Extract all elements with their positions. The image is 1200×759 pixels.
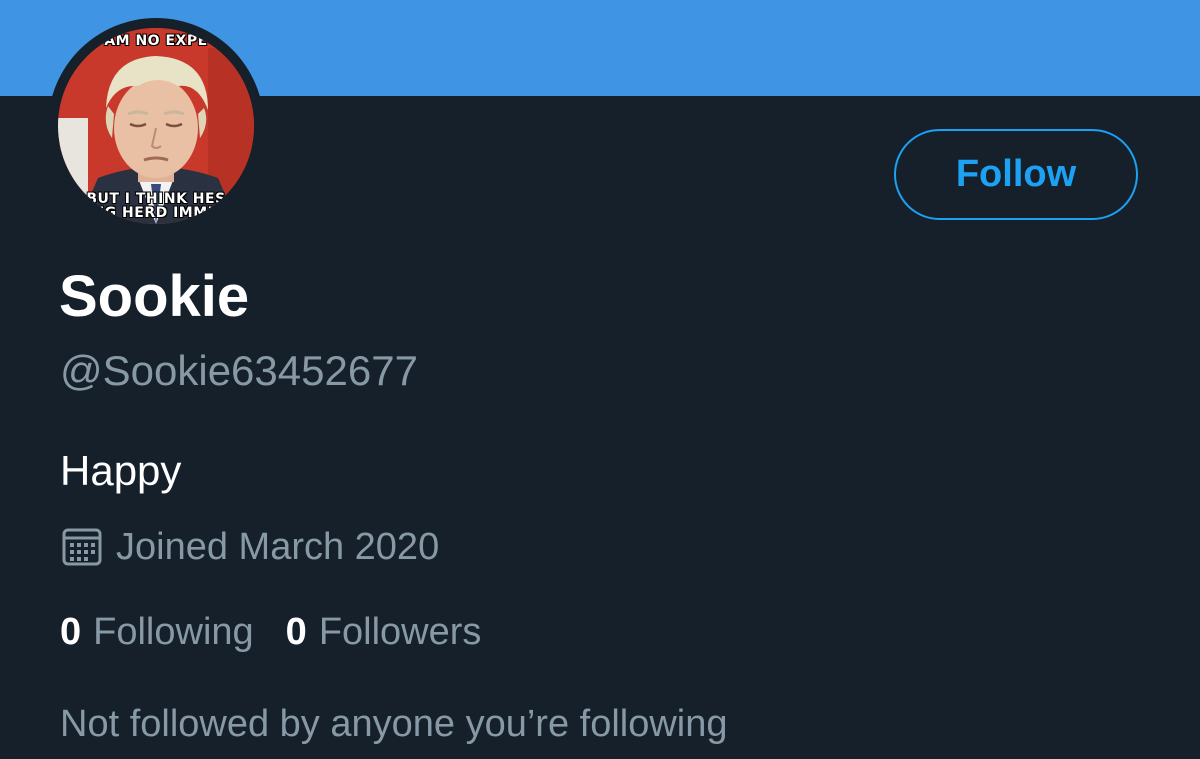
meme-bottom-line: BUT I THINK HES — [86, 191, 226, 207]
user-handle: @Sookie63452677 — [60, 347, 418, 394]
follow-stats: 0 Following 0 Followers — [60, 607, 513, 657]
meme-bottom-line: NG HERD IMMU — [92, 205, 220, 221]
following-link[interactable]: 0 Following — [60, 607, 254, 657]
mutual-followers-note: Not followed by anyone you’re following — [60, 703, 728, 745]
following-count: 0 — [60, 611, 82, 653]
avatar-image: AM NO EXPE BUT I THINK HES NG HERD IMMU — [58, 28, 254, 224]
avatar[interactable]: AM NO EXPE BUT I THINK HES NG HERD IMMU — [48, 18, 264, 234]
followers-link[interactable]: 0 Followers — [286, 607, 482, 657]
followers-count: 0 — [285, 611, 307, 653]
display-name: Sookie — [59, 264, 250, 329]
joined-date: Joined March 2020 — [60, 522, 439, 572]
followers-label: Followers — [318, 611, 482, 653]
meme-bottom-text: BUT I THINK HES NG HERD IMMU — [58, 192, 254, 220]
profile-bio: Happy — [60, 447, 182, 494]
follow-button[interactable]: Follow — [894, 129, 1138, 220]
following-label: Following — [93, 611, 254, 653]
calendar-icon — [60, 525, 104, 569]
meme-top-text: AM NO EXPE — [104, 33, 208, 49]
profile-page: AM NO EXPE BUT I THINK HES NG HERD IMMU … — [0, 0, 1200, 759]
joined-text: Joined March 2020 — [116, 526, 440, 568]
